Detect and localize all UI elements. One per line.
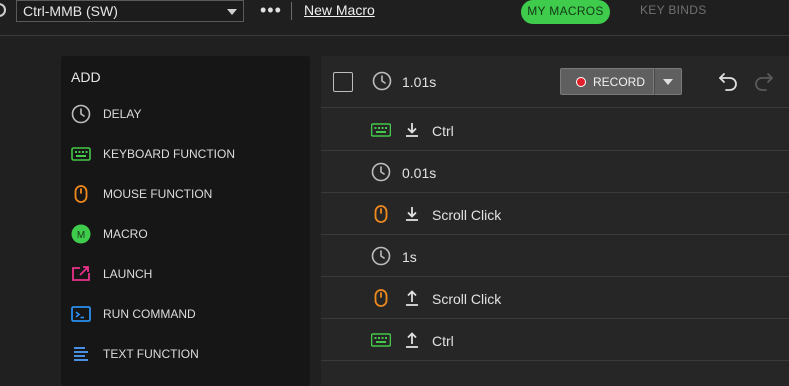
text-lines-icon bbox=[74, 347, 88, 361]
step-label: Scroll Click bbox=[432, 291, 502, 307]
more-options-button[interactable]: ••• bbox=[260, 0, 282, 20]
add-item-label: MACRO bbox=[103, 227, 148, 241]
add-item-label: RUN COMMAND bbox=[103, 307, 196, 321]
mouse-icon bbox=[374, 205, 388, 223]
macro-step-row[interactable]: 0.01s bbox=[321, 151, 789, 193]
top-bar: Ctrl-MMB (SW) ••• New Macro MY MACROS KE… bbox=[0, 0, 789, 36]
macro-name-link[interactable]: New Macro bbox=[304, 2, 375, 18]
clock-icon bbox=[71, 104, 91, 124]
step-label: Ctrl bbox=[432, 123, 454, 139]
total-duration: 1.01s bbox=[402, 74, 437, 90]
macro-step-row[interactable]: Scroll Click bbox=[321, 277, 789, 319]
terminal-icon bbox=[71, 306, 91, 322]
profile-dropdown[interactable]: Ctrl-MMB (SW) bbox=[16, 0, 244, 22]
record-button[interactable]: RECORD bbox=[560, 68, 654, 95]
macro-step-row[interactable]: Ctrl bbox=[321, 109, 789, 151]
add-item-keyboard-function[interactable]: KEYBOARD FUNCTION bbox=[61, 140, 310, 170]
undo-icon[interactable] bbox=[717, 70, 739, 92]
macro-icon: M bbox=[71, 224, 91, 244]
record-icon bbox=[576, 77, 586, 87]
record-button-label: RECORD bbox=[593, 75, 646, 89]
launch-icon bbox=[72, 266, 90, 281]
macro-step-row[interactable]: Scroll Click bbox=[321, 193, 789, 235]
clock-icon bbox=[371, 162, 391, 182]
mouse-icon bbox=[374, 289, 388, 307]
mouse-icon bbox=[74, 185, 88, 203]
add-item-label: LAUNCH bbox=[103, 267, 153, 281]
editor-header: 1.01s RECORD bbox=[321, 56, 789, 108]
add-item-label: TEXT FUNCTION bbox=[103, 347, 199, 361]
step-label: Scroll Click bbox=[432, 207, 502, 223]
add-panel-title: ADD bbox=[71, 69, 101, 85]
arrow-down-icon bbox=[406, 207, 418, 221]
tab-key-binds[interactable]: KEY BINDS bbox=[640, 3, 707, 17]
macro-editor: 1.01s RECORD Ctrl 0.01s Scroll Click 1s … bbox=[321, 56, 789, 386]
select-all-checkbox[interactable] bbox=[333, 72, 353, 92]
profile-dropdown-value: Ctrl-MMB (SW) bbox=[23, 3, 118, 19]
add-item-launch[interactable]: LAUNCH bbox=[61, 260, 310, 290]
keyboard-icon bbox=[71, 147, 91, 161]
add-item-run-command[interactable]: RUN COMMAND bbox=[61, 300, 310, 330]
add-item-label: DELAY bbox=[103, 107, 142, 121]
step-label: Ctrl bbox=[432, 333, 454, 349]
step-label: 1s bbox=[402, 249, 417, 265]
arrow-up-icon bbox=[406, 332, 418, 348]
tab-my-macros[interactable]: MY MACROS bbox=[521, 0, 610, 24]
add-item-delay[interactable]: DELAY bbox=[61, 100, 310, 130]
keyboard-icon bbox=[371, 333, 391, 347]
macro-step-row[interactable]: Ctrl bbox=[321, 319, 789, 361]
add-item-label: KEYBOARD FUNCTION bbox=[103, 147, 236, 161]
arrow-down-icon bbox=[406, 123, 418, 137]
add-item-text-function[interactable]: TEXT FUNCTION bbox=[61, 340, 310, 370]
add-panel: ADD DELAY KEYBOARD FUNCTION MOUSE FUNCTI… bbox=[61, 56, 310, 386]
profile-icon[interactable] bbox=[0, 3, 6, 17]
clock-icon bbox=[371, 246, 391, 266]
redo-icon[interactable] bbox=[753, 70, 775, 92]
keyboard-icon bbox=[371, 123, 391, 137]
add-item-mouse-function[interactable]: MOUSE FUNCTION bbox=[61, 180, 310, 210]
clock-icon bbox=[372, 71, 392, 91]
add-item-macro[interactable]: M MACRO bbox=[61, 220, 310, 250]
divider bbox=[291, 2, 292, 20]
chevron-down-icon bbox=[227, 9, 237, 15]
arrow-up-icon bbox=[406, 290, 418, 306]
record-options-dropdown[interactable] bbox=[654, 68, 682, 95]
macro-step-row[interactable]: 1s bbox=[321, 235, 789, 277]
macro-icon-letter: M bbox=[77, 230, 85, 241]
step-label: 0.01s bbox=[402, 165, 437, 181]
add-item-label: MOUSE FUNCTION bbox=[103, 187, 213, 201]
